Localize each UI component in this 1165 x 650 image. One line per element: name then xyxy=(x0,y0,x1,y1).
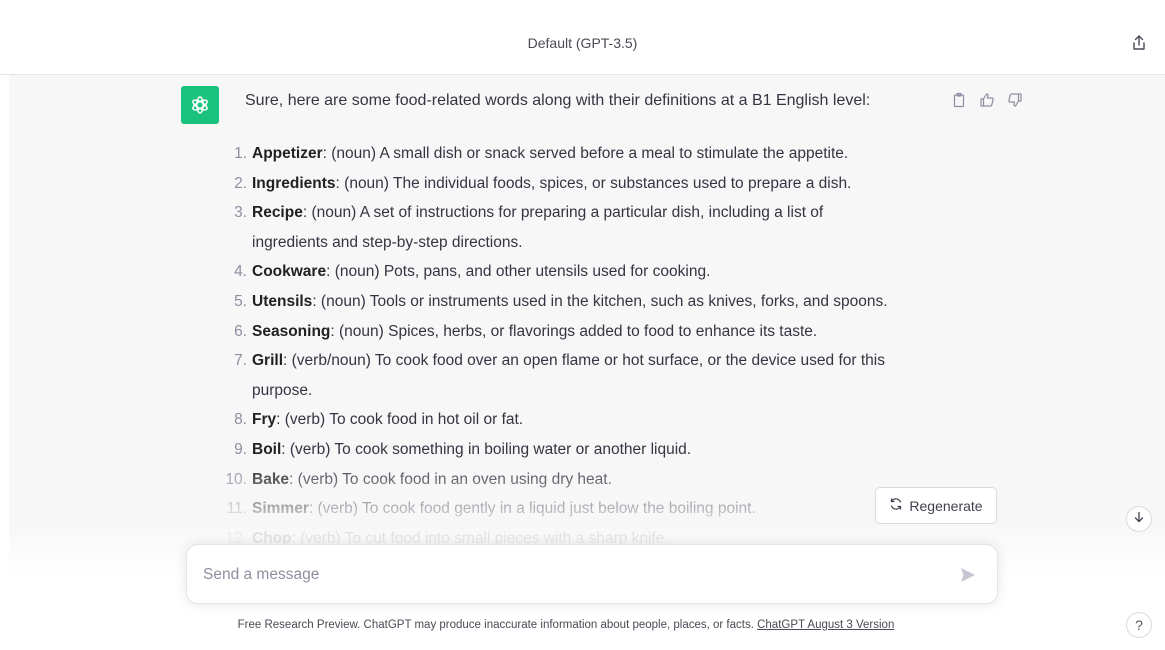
definition-list: 1. Appetizer: (noun) A small dish or snac… xyxy=(214,139,888,553)
definition: : (verb) To cook food in hot oil or fat. xyxy=(276,411,524,429)
term: Cookware xyxy=(252,263,327,281)
footer-disclaimer: Free Research Preview. ChatGPT may produ… xyxy=(0,619,1165,631)
arrow-down-icon xyxy=(1133,510,1145,528)
list-item-body: Boil: (verb) To cook something in boilin… xyxy=(252,435,691,465)
list-item-body: Bake: (verb) To cook food in an oven usi… xyxy=(252,465,612,495)
version-link[interactable]: ChatGPT August 3 Version xyxy=(757,619,894,631)
scroll-to-bottom-button[interactable] xyxy=(1126,506,1152,532)
top-bar: Default (GPT-3.5) xyxy=(0,0,1165,75)
term: Bake xyxy=(252,470,290,488)
regenerate-button[interactable]: Regenerate xyxy=(875,487,997,524)
term: Seasoning xyxy=(252,322,331,340)
openai-logo-icon xyxy=(181,86,219,124)
list-item: 4. Cookware: (noun) Pots, pans, and other… xyxy=(214,257,888,287)
list-item: 3. Recipe: (noun) A set of instructions f… xyxy=(214,198,888,228)
list-item-body: Simmer: (verb) To cook food gently in a … xyxy=(252,494,756,524)
list-item-continuation: ingredients and step-by-step directions. xyxy=(252,233,523,251)
chat-app: Default (GPT-3.5) Sure, here are some fo… xyxy=(0,0,1165,650)
message-actions xyxy=(949,90,1025,110)
list-item: 11. Simmer: (verb) To cook food gently in… xyxy=(214,494,888,524)
list-item-continuation: purpose. xyxy=(252,381,313,399)
list-number: 5. xyxy=(234,292,247,310)
list-item-body: Ingredients: (noun) The individual foods… xyxy=(252,169,851,199)
message-composer xyxy=(186,544,998,604)
definition: : (noun) Pots, pans, and other utensils … xyxy=(326,263,711,281)
definition: : (noun) A small dish or snack served be… xyxy=(322,145,849,162)
list-item-body: Recipe: (noun) A set of instructions for… xyxy=(252,198,823,228)
list-number: 8. xyxy=(234,411,247,429)
footer-text: Free Research Preview. ChatGPT may produ… xyxy=(237,619,758,631)
list-item: 10. Bake: (verb) To cook food in an oven … xyxy=(214,465,888,495)
definition: : (verb/noun) To cook food over an open … xyxy=(283,352,885,370)
list-number: 4. xyxy=(234,263,247,281)
definition: : (verb) To cook food gently in a liquid… xyxy=(308,500,756,518)
thumbs-up-icon[interactable] xyxy=(977,90,997,110)
list-item-body: Grill: (verb/noun) To cook food over an … xyxy=(252,346,885,376)
send-icon[interactable] xyxy=(957,564,979,586)
list-number: 7. xyxy=(234,352,247,370)
list-item: 7. Grill: (verb/noun) To cook food over a… xyxy=(214,346,888,376)
term: Ingredients xyxy=(252,174,336,192)
term: Utensils xyxy=(252,292,313,310)
list-number: 10. xyxy=(225,470,247,488)
list-item-body: Cookware: (noun) Pots, pans, and other u… xyxy=(252,257,710,287)
list-item-body: Seasoning: (noun) Spices, herbs, or flav… xyxy=(252,317,817,347)
clipboard-icon[interactable] xyxy=(949,90,969,110)
list-number: 2. xyxy=(234,174,247,192)
list-item-body: Utensils: (noun) Tools or instruments us… xyxy=(252,287,888,317)
list-number: 6. xyxy=(234,322,247,340)
list-item: 8. Fry: (verb) To cook food in hot oil or… xyxy=(214,405,888,435)
term: Boil xyxy=(252,440,282,458)
list-item: 1. Appetizer: (noun) A small dish or snac… xyxy=(214,139,888,169)
term: Appetizer xyxy=(252,145,323,162)
message-input[interactable] xyxy=(203,563,923,587)
refresh-icon xyxy=(889,497,903,514)
list-item: 5. Utensils: (noun) Tools or instruments … xyxy=(214,287,888,317)
list-number: 3. xyxy=(234,204,247,222)
list-item-body: Appetizer: (noun) A small dish or snack … xyxy=(252,139,848,169)
definition: : (noun) Spices, herbs, or flavorings ad… xyxy=(330,322,818,340)
thumbs-down-icon[interactable] xyxy=(1005,90,1025,110)
definition: : (noun) The individual foods, spices, o… xyxy=(335,174,852,192)
definition: : (verb) To cook something in boiling wa… xyxy=(281,440,692,458)
definition: : (noun) Tools or instruments used in th… xyxy=(312,292,888,310)
term: Recipe xyxy=(252,204,303,222)
list-item: 6. Seasoning: (noun) Spices, herbs, or fl… xyxy=(214,317,888,347)
regenerate-label: Regenerate xyxy=(909,497,983,514)
list-item-body: Fry: (verb) To cook food in hot oil or f… xyxy=(252,405,523,435)
term: Grill xyxy=(252,352,284,370)
list-item: 9. Boil: (verb) To cook something in boil… xyxy=(214,435,888,465)
share-icon[interactable] xyxy=(1129,33,1149,53)
term: Fry xyxy=(252,411,277,429)
definition: : (noun) A set of instructions for prepa… xyxy=(302,204,824,222)
term: Simmer xyxy=(252,500,309,518)
list-number: 11. xyxy=(226,500,247,518)
list-number: 1. xyxy=(234,145,247,162)
list-item: 2. Ingredients: (noun) The individual foo… xyxy=(214,169,888,199)
help-button[interactable]: ? xyxy=(1126,612,1152,638)
definition: : (verb) To cook food in an oven using d… xyxy=(289,470,612,488)
model-title[interactable]: Default (GPT-3.5) xyxy=(0,35,1165,51)
help-label: ? xyxy=(1135,617,1143,633)
list-number: 9. xyxy=(234,440,247,458)
message-intro: Sure, here are some food-related words a… xyxy=(245,92,871,109)
